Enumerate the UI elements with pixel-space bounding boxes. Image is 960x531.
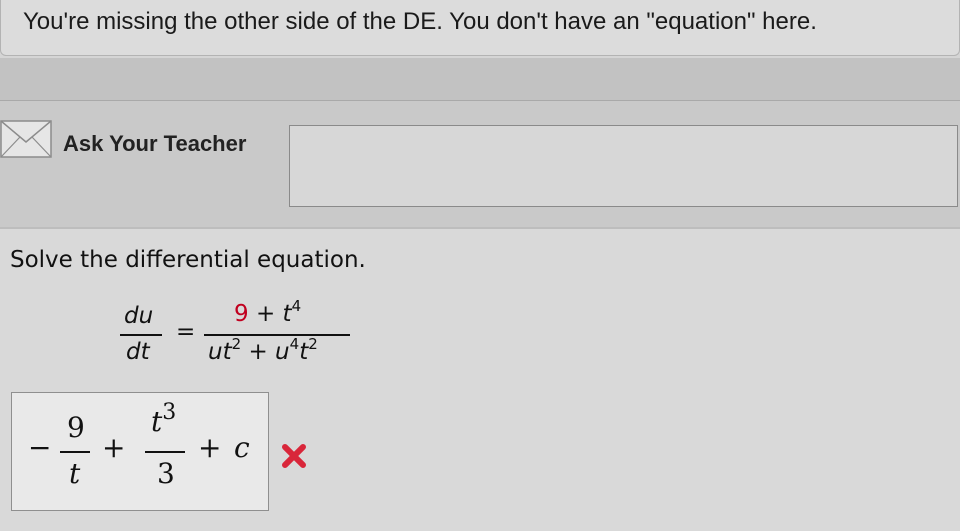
differential-equation: du dt = 9 + t4 ut2 + u4t2 [118,297,358,373]
answer-frac1-numerator: 9 [67,411,85,444]
answer-constant: c [234,431,250,464]
lhs-denominator: dt [126,339,150,365]
teacher-message-box[interactable] [289,125,958,207]
answer-frac2-bar [145,451,185,453]
question-area: Solve the differential equation. du dt =… [0,229,960,531]
answer-plus-2: + [198,431,222,464]
highlighted-term: 9 [234,301,249,327]
ask-teacher-link[interactable]: Ask Your Teacher [63,131,246,157]
rhs-numerator: 9 + t4 [234,297,302,327]
question-prompt: Solve the differential equation. [10,247,366,273]
answer-input[interactable]: − 9 t + t3 3 + c [11,392,269,511]
section-divider [0,58,960,101]
wrong-x-icon [282,444,306,468]
equals-sign: = [176,319,196,345]
rhs-denominator: ut2 + u4t2 [208,335,318,365]
answer-frac2-denominator: 3 [157,457,175,490]
answer-frac1-bar [60,451,90,453]
answer-plus-1: + [102,431,126,464]
lhs-fraction-bar [120,334,162,336]
rhs-fraction-bar [204,334,350,336]
answer-frac1-denominator: t [69,457,81,490]
feedback-text: You're missing the other side of the DE.… [23,8,817,35]
envelope-icon[interactable] [0,120,52,158]
lhs-numerator: du [124,303,154,329]
answer-minus: − [28,431,52,464]
ask-teacher-section: Ask Your Teacher [0,101,960,229]
answer-frac2-numerator: t3 [151,400,177,438]
feedback-panel: You're missing the other side of the DE.… [0,0,960,56]
